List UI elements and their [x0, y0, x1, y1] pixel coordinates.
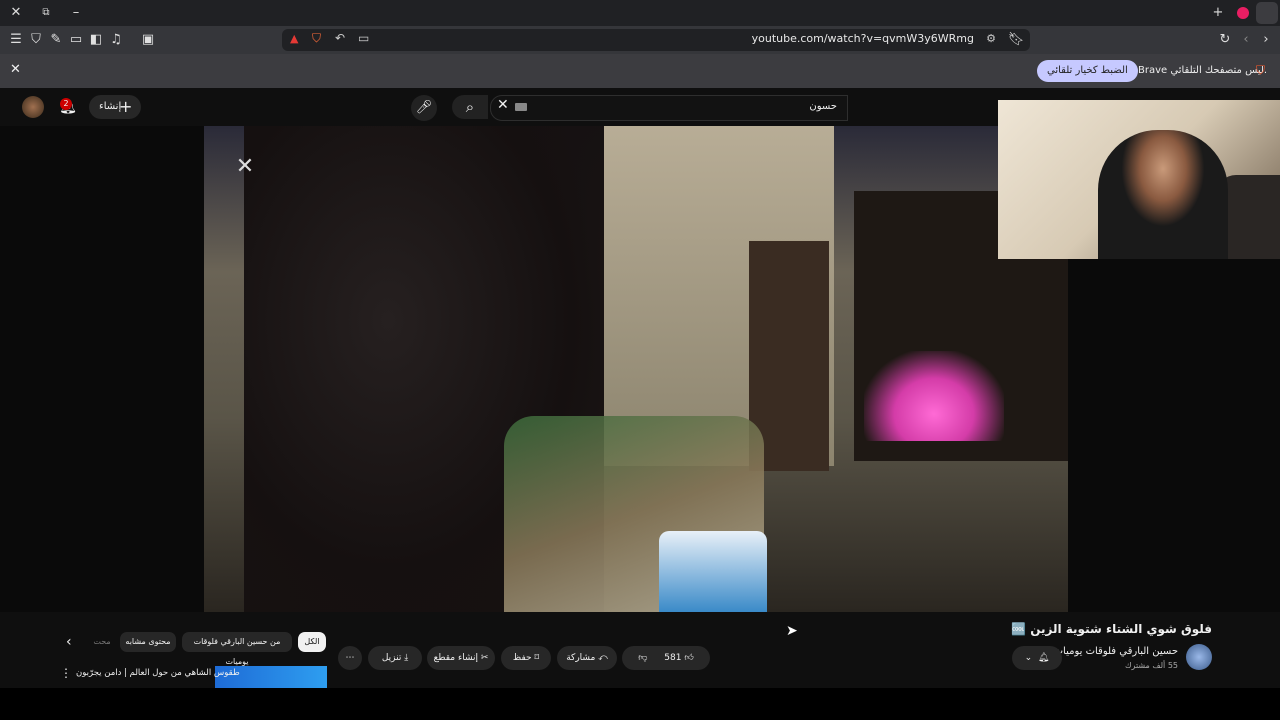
clip-button[interactable]: إنشاء مقطع ✂	[427, 646, 495, 670]
brave-logo-icon: ⛉	[1256, 63, 1266, 77]
save-label: حفظ	[512, 653, 532, 663]
browser-toolbar: ☰ ⛉ ✎ ▭ ◧ ♫ ▣ ▲ ⛉ ↶ ▭ youtube.com/watch?…	[0, 26, 1280, 54]
subscriber-count: 55 ألف مشترك	[1124, 661, 1178, 670]
like-dislike-button[interactable]: 👎︎ 581 👍︎	[622, 646, 710, 670]
recommended-title[interactable]: طقوس الشاهي من حول العالم | دامن يجرّبون	[76, 668, 240, 678]
like-count: 581	[664, 653, 682, 663]
bottom-bar	[0, 688, 1280, 720]
create-label: إنشاء	[99, 101, 122, 112]
back-share-icon[interactable]: ↶	[335, 31, 345, 45]
video-jar	[659, 531, 767, 612]
window-title-bar: ✕ ⧉ – +	[0, 0, 1280, 26]
clear-search-icon[interactable]: ✕	[497, 97, 509, 113]
webcam-overlay	[998, 100, 1280, 259]
shield-icon[interactable]: ⛉	[26, 30, 46, 50]
address-bar[interactable]: ▲ ⛉ ↶ ▭ youtube.com/watch?v=qvmW3y6WRmg …	[282, 29, 1030, 51]
bookmark-save-icon: ⌑	[534, 653, 540, 663]
tabs-icon[interactable]: ▭	[66, 30, 86, 50]
cast-icon[interactable]: ▭	[358, 31, 369, 45]
capcut-logo-icon: ✕	[235, 154, 255, 179]
more-actions-icon[interactable]: ⋯	[338, 646, 362, 670]
screenshot-icon[interactable]: ▣	[138, 30, 158, 50]
set-default-button[interactable]: الضبط كخيار تلقائي	[1037, 60, 1138, 82]
chip-all[interactable]: الكل	[298, 632, 326, 652]
voice-search-icon[interactable]: 🎤︎	[411, 95, 437, 121]
like-icon[interactable]: 👍︎	[684, 653, 693, 663]
notification-badge: 2	[60, 98, 72, 110]
reload-icon[interactable]: ↻	[1215, 30, 1235, 50]
save-button[interactable]: حفظ ⌑	[501, 646, 551, 670]
video-title: فلوق شوي الشتاء شتوية الزين 🆒	[1011, 622, 1212, 636]
chevron-left-icon[interactable]: ‹	[66, 634, 72, 650]
url-text[interactable]: youtube.com/watch?v=qvmW3y6WRmg	[752, 32, 974, 45]
keyboard-icon[interactable]	[515, 103, 527, 111]
search-value: حسون	[809, 101, 837, 112]
menu-icon[interactable]: ☰	[6, 30, 26, 50]
restore-window-icon[interactable]: ⧉	[36, 3, 56, 23]
video-fire	[864, 351, 1004, 441]
share-button[interactable]: مشاركة ⤺	[557, 646, 617, 670]
bookmark-icon[interactable]: 🔖︎	[1006, 30, 1026, 50]
download-label: تنزيل	[381, 653, 402, 663]
recommended-menu-icon[interactable]: ⋮	[60, 666, 72, 680]
download-icon: ⤓	[404, 653, 409, 663]
share-label: مشاركة	[566, 653, 596, 663]
music-icon[interactable]: ♫	[106, 30, 126, 50]
close-infobar-icon[interactable]: ✕	[10, 62, 21, 77]
forward-icon[interactable]: ‹	[1236, 30, 1256, 50]
webcam-person	[1098, 130, 1228, 259]
share-icon: ⤺	[598, 653, 608, 663]
active-tab[interactable]	[1256, 2, 1278, 24]
new-tab-icon[interactable]: +	[1208, 3, 1228, 23]
scissors-icon: ✂	[480, 653, 489, 663]
chip-related[interactable]: محتوى مشابه	[120, 632, 176, 652]
close-window-icon[interactable]: ✕	[6, 3, 26, 23]
mouse-cursor-icon: ➤	[786, 623, 798, 639]
search-icon[interactable]: ⌕	[452, 95, 488, 119]
tab-favicon-icon[interactable]	[1237, 7, 1249, 19]
bell-icon: 🔔︎	[1037, 653, 1050, 663]
site-settings-icon[interactable]: ⚙	[986, 32, 996, 45]
avatar[interactable]	[22, 96, 44, 118]
default-browser-infobar: ✕ الضبط كخيار تلقائي Brave ليس متصفحك ال…	[0, 54, 1280, 88]
clip-label: إنشاء مقطع	[433, 653, 478, 663]
back-icon[interactable]: ›	[1256, 30, 1276, 50]
create-button[interactable]: + إنشاء	[89, 95, 141, 119]
video-frame	[204, 126, 1068, 612]
subscribe-bell-button[interactable]: ⌄ 🔔︎	[1012, 646, 1062, 670]
chip-more[interactable]: محت	[90, 632, 114, 652]
sidebar-icon[interactable]: ◧	[86, 30, 106, 50]
extensions-icon[interactable]: ✎	[46, 30, 66, 50]
brave-shields-icon[interactable]: ⛉	[312, 31, 321, 46]
infobar-message: Brave ليس متصفحك التلقائي.	[1138, 65, 1268, 76]
download-button[interactable]: تنزيل ⤓	[368, 646, 422, 670]
minimize-window-icon[interactable]: –	[66, 3, 86, 23]
search-input[interactable]: ✕ حسون	[490, 95, 848, 121]
dislike-icon[interactable]: 👎︎	[638, 653, 647, 663]
chip-from-channel[interactable]: من حسين البارقي فلوقات يوميات	[182, 632, 292, 666]
chevron-down-icon: ⌄	[1024, 653, 1033, 663]
channel-name[interactable]: حسين البارقي فلوقات يوميات	[1054, 646, 1178, 657]
channel-avatar[interactable]	[1186, 644, 1212, 670]
rewards-icon[interactable]: ▲	[290, 32, 298, 45]
